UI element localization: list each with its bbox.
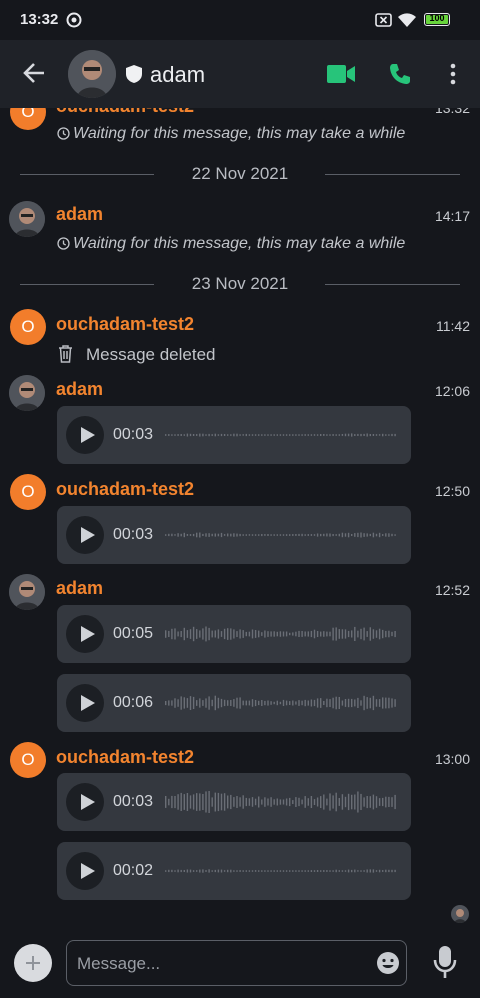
trash-icon [59, 345, 72, 363]
sender-name[interactable]: ouchadam-test2 [56, 108, 194, 117]
emoji-icon[interactable] [376, 951, 400, 975]
voice-duration: 00:02 [113, 862, 154, 879]
waveform [165, 626, 396, 642]
voice-message[interactable]: 00:03 [57, 773, 411, 831]
sender-name[interactable]: adam [56, 204, 103, 225]
attach-button[interactable] [14, 944, 52, 982]
more-options-icon[interactable] [449, 63, 457, 85]
message-time: 12:06 [434, 383, 470, 399]
sender-name[interactable]: ouchadam-test2 [56, 479, 194, 500]
play-button[interactable] [66, 783, 104, 821]
play-button[interactable] [66, 684, 104, 722]
date-separator: 23 Nov 2021 [0, 272, 480, 296]
play-button[interactable] [66, 416, 104, 454]
waiting-message-text: Waiting for this message, this may take … [73, 125, 406, 142]
avatar[interactable] [9, 201, 45, 237]
battery-level: 100 [429, 13, 445, 23]
voice-message[interactable]: 00:06 [57, 674, 411, 732]
battery-icon: 100 [424, 13, 450, 26]
deleted-message-text: Message deleted [86, 345, 216, 364]
phone-call-icon[interactable] [388, 62, 412, 86]
clock-icon [57, 127, 70, 140]
message-time: 12:52 [434, 582, 470, 598]
voice-message[interactable]: 00:03 [57, 506, 411, 564]
contact-name[interactable]: adam [150, 62, 205, 88]
play-button[interactable] [66, 615, 104, 653]
at-sign-icon [66, 12, 82, 28]
avatar[interactable] [9, 574, 45, 610]
message-time: 13:32 [434, 108, 470, 116]
voice-duration: 00:03 [113, 526, 154, 543]
waveform [165, 791, 396, 813]
back-arrow-icon[interactable] [22, 62, 46, 84]
message-input[interactable]: Message... [66, 940, 407, 986]
waveform [165, 695, 396, 711]
sender-name[interactable]: ouchadam-test2 [56, 314, 194, 335]
plus-icon [26, 956, 40, 970]
waveform [165, 869, 396, 873]
message-time: 13:00 [434, 751, 470, 767]
sender-name[interactable]: ouchadam-test2 [56, 747, 194, 768]
voice-duration: 00:06 [113, 694, 154, 711]
wifi-icon [398, 13, 416, 27]
sender-name[interactable]: adam [56, 578, 103, 599]
avatar[interactable]: O [10, 108, 46, 130]
voice-duration: 00:05 [113, 625, 154, 642]
microphone-icon[interactable] [432, 945, 458, 979]
voice-duration: 00:03 [113, 426, 154, 443]
message-input-placeholder: Message... [77, 954, 161, 973]
date-separator: 22 Nov 2021 [0, 162, 480, 186]
contact-avatar[interactable] [68, 50, 116, 98]
avatar[interactable]: O [10, 474, 46, 510]
voice-duration: 00:03 [113, 793, 154, 810]
clock-icon [57, 237, 70, 250]
status-bar: 13:32 100 [0, 0, 480, 40]
avatar[interactable]: O [10, 309, 46, 345]
waveform [165, 433, 396, 437]
no-sim-icon [375, 13, 392, 27]
waveform [165, 532, 396, 538]
message-time: 14:17 [434, 208, 470, 224]
message-time: 11:42 [436, 318, 470, 334]
waiting-message-text: Waiting for this message, this may take … [73, 235, 406, 252]
read-receipt-avatar [451, 905, 469, 923]
avatar[interactable]: O [10, 742, 46, 778]
play-button[interactable] [66, 516, 104, 554]
voice-message[interactable]: 00:03 [57, 406, 411, 464]
status-time: 13:32 [20, 11, 59, 28]
voice-message[interactable]: 00:02 [57, 842, 411, 900]
voice-message[interactable]: 00:05 [57, 605, 411, 663]
message-time: 12:50 [434, 483, 470, 499]
sender-name[interactable]: adam [56, 379, 103, 400]
shield-icon [126, 65, 142, 83]
play-button[interactable] [66, 852, 104, 890]
message-list[interactable]: O ouchadam-test2 13:32 Waiting for this … [0, 108, 480, 930]
video-call-icon[interactable] [326, 63, 356, 85]
avatar[interactable] [9, 375, 45, 411]
